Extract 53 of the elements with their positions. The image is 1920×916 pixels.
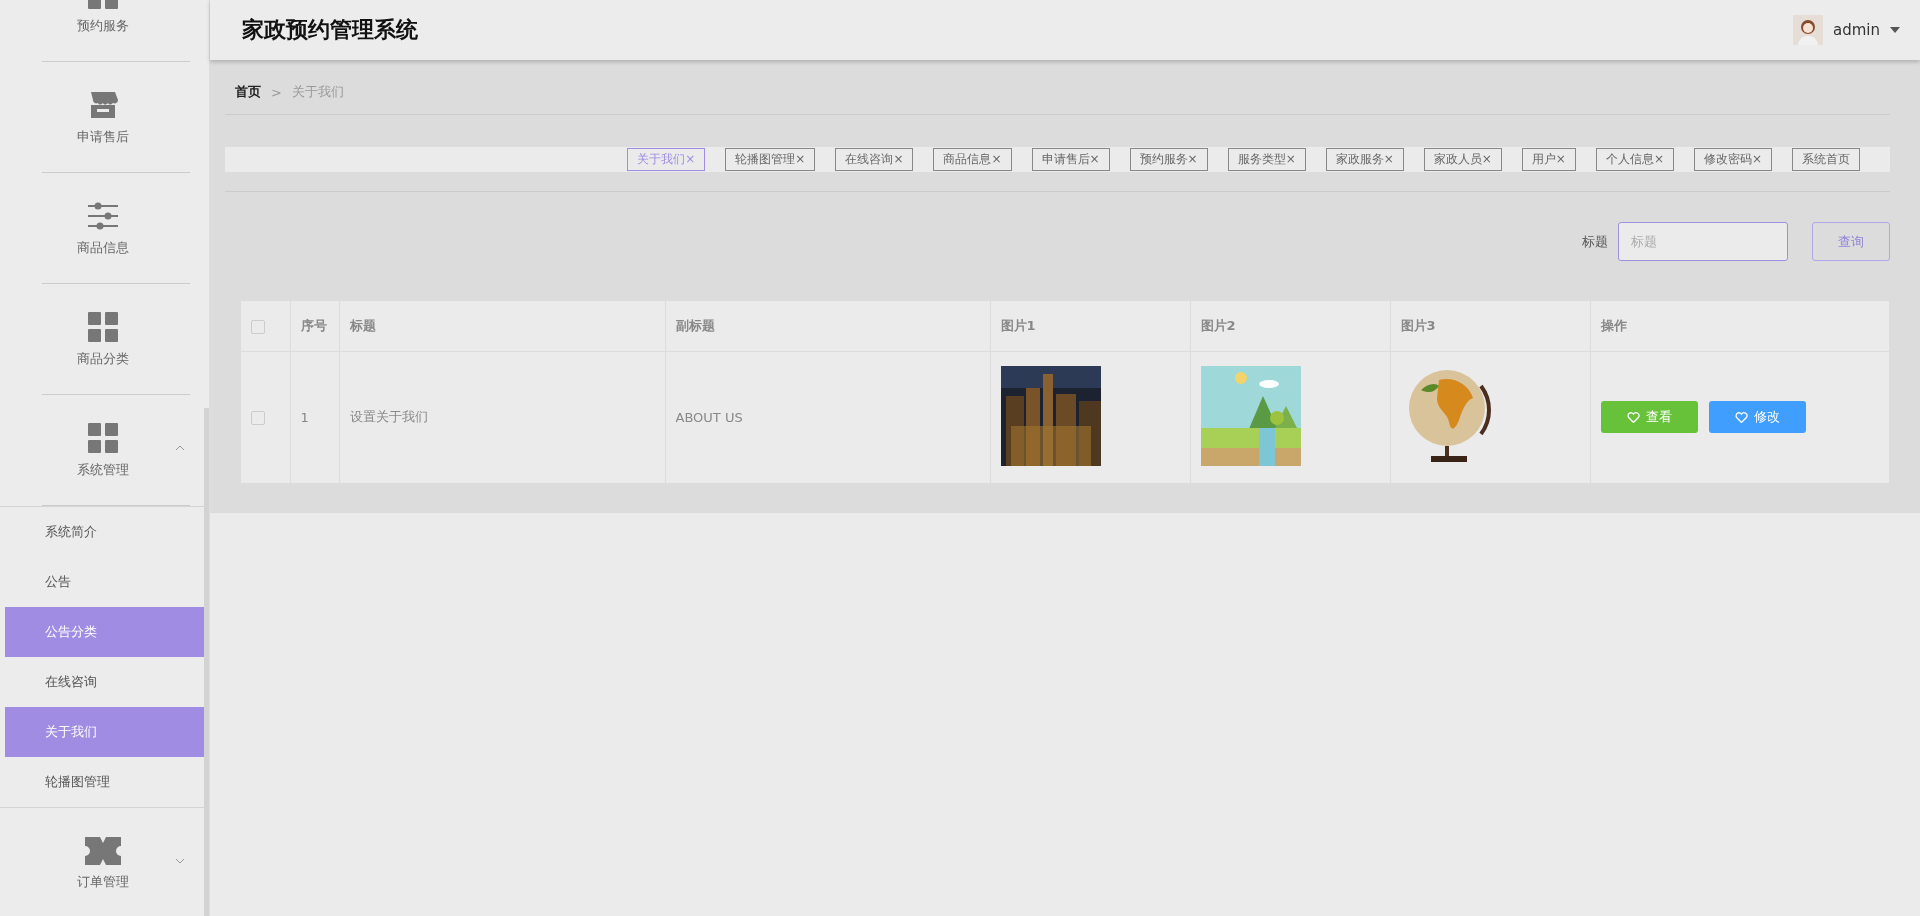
- submenu-item[interactable]: 公告分类: [5, 607, 205, 657]
- sliders-icon: [87, 200, 118, 231]
- checkbox[interactable]: [251, 411, 265, 425]
- column-header: 图片3: [1390, 301, 1590, 351]
- username[interactable]: admin: [1833, 21, 1880, 39]
- page-tab[interactable]: 家政服务×: [1325, 148, 1404, 171]
- grid-icon: [87, 422, 118, 453]
- page-tab[interactable]: 申请售后×: [1031, 148, 1110, 171]
- checkbox[interactable]: [251, 319, 265, 334]
- avatar-icon[interactable]: [1793, 15, 1823, 45]
- submenu-item[interactable]: 在线咨询: [5, 657, 205, 707]
- column-header: 图片2: [1190, 301, 1390, 351]
- menu-item[interactable]: 系统管理: [0, 395, 205, 506]
- table-cell: ABOUT US: [675, 409, 743, 425]
- page-tab[interactable]: 系统首页: [1792, 148, 1860, 171]
- heart-icon: [1626, 411, 1640, 424]
- menu-item[interactable]: 申请售后: [0, 62, 205, 173]
- page-tab[interactable]: 家政人员×: [1423, 148, 1502, 171]
- breadcrumb-current: 关于我们: [291, 83, 344, 101]
- page-tab[interactable]: 用户×: [1521, 148, 1576, 171]
- search-label: 标题: [1582, 232, 1608, 251]
- search-field[interactable]: 标题: [1618, 222, 1788, 261]
- submenu-item[interactable]: 关于我们: [5, 707, 205, 757]
- column-header: 标题: [339, 301, 665, 351]
- submenu-item[interactable]: 系统简介: [5, 507, 205, 557]
- table-cell: 设置关于我们: [349, 409, 428, 425]
- column-header: 序号: [290, 301, 339, 351]
- breadcrumb-link[interactable]: 首页: [235, 83, 261, 101]
- menu-item[interactable]: 预约服务: [0, 0, 205, 62]
- menu-item[interactable]: 订单管理: [0, 808, 205, 916]
- menu-item[interactable]: 商品信息: [0, 173, 205, 284]
- app-title: 家政预约管理系统: [242, 16, 418, 44]
- caret-icon[interactable]: [1890, 27, 1900, 33]
- page-tab[interactable]: 修改密码×: [1693, 148, 1772, 171]
- edit-button[interactable]: 修改: [1708, 401, 1806, 434]
- scrollbar[interactable]: [204, 408, 209, 916]
- heart-icon: [1734, 411, 1748, 424]
- menu-item[interactable]: 商品分类: [0, 284, 205, 395]
- page-tab[interactable]: 在线咨询×: [835, 148, 914, 171]
- breadcrumb-separator: >: [271, 84, 282, 100]
- page-tab[interactable]: 商品信息×: [933, 148, 1012, 171]
- page-tab[interactable]: 服务类型×: [1227, 148, 1306, 171]
- submenu-item[interactable]: 轮播图管理: [5, 757, 205, 807]
- column-header: 图片1: [990, 301, 1190, 351]
- submenu-item[interactable]: 公告: [5, 557, 205, 607]
- page-tab[interactable]: 轮播图管理×: [725, 148, 816, 171]
- grid-icon: [87, 311, 118, 342]
- page-tab[interactable]: 预约服务×: [1129, 148, 1208, 171]
- column-header: 操作: [1590, 301, 1890, 351]
- page-tab[interactable]: 个人信息×: [1595, 148, 1674, 171]
- ticket-icon: [84, 836, 121, 865]
- column-header: 副标题: [665, 301, 990, 351]
- table-cell: 1: [300, 409, 309, 425]
